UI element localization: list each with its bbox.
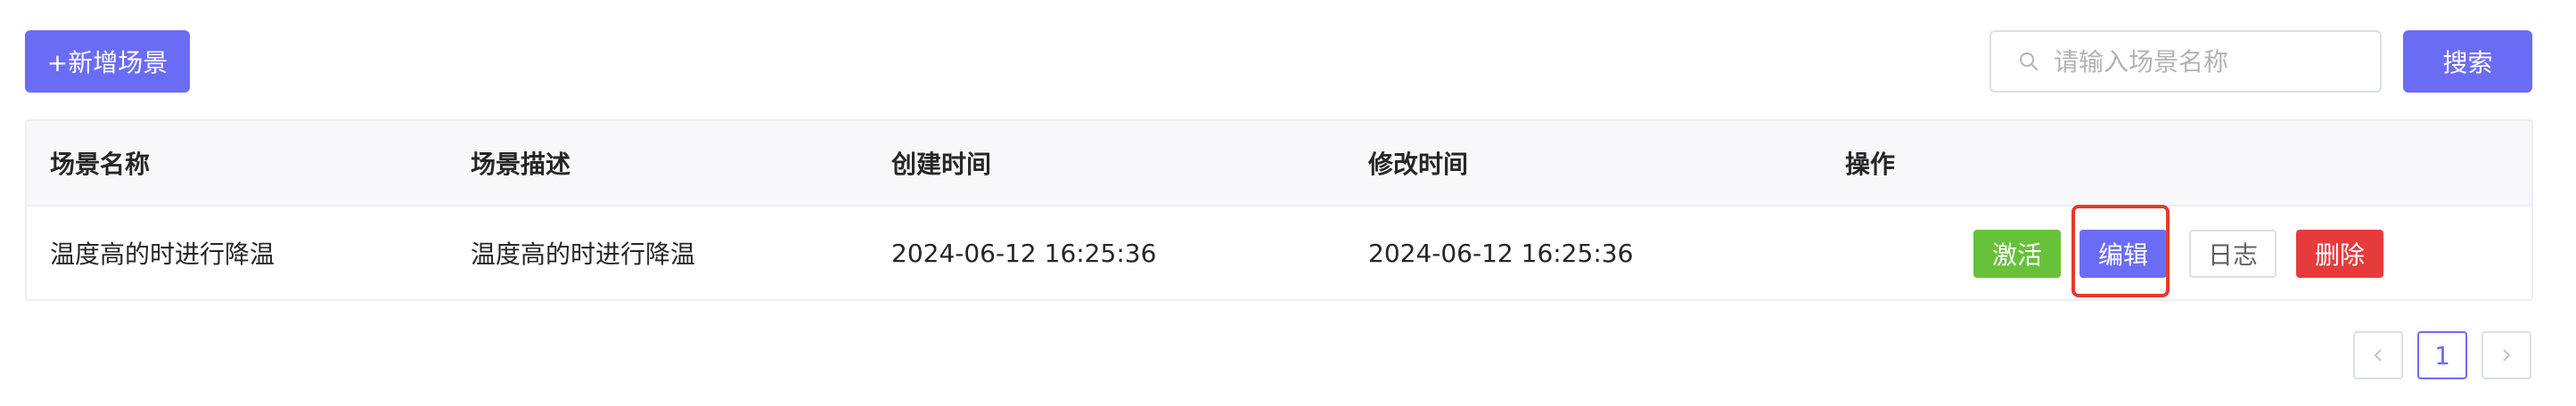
- search-box[interactable]: [1989, 30, 2382, 93]
- cell-scene-description: 温度高的时进行降温: [471, 240, 696, 269]
- header-scene-description: 场景描述: [471, 150, 571, 179]
- scene-table: 场景名称 场景描述 创建时间 修改时间 操作 温度高的时进行降温 温度高的时进行…: [25, 119, 2533, 301]
- cell-modified-time: 2024-06-12 16:25:36: [1368, 238, 1634, 268]
- delete-button[interactable]: 删除: [2296, 230, 2383, 278]
- cell-created-time: 2024-06-12 16:25:36: [891, 238, 1157, 268]
- edit-button[interactable]: 编辑: [2080, 230, 2167, 278]
- search-button[interactable]: 搜索: [2403, 30, 2532, 93]
- table-header: 场景名称 场景描述 创建时间 修改时间 操作: [27, 121, 2531, 207]
- table-row: 温度高的时进行降温 温度高的时进行降温 2024-06-12 16:25:36 …: [27, 207, 2531, 299]
- pagination-next-button[interactable]: [2482, 331, 2531, 379]
- add-scene-button[interactable]: +新增场景: [25, 30, 190, 93]
- header-created-time: 创建时间: [891, 150, 992, 179]
- pagination-prev-button[interactable]: [2353, 331, 2403, 379]
- scene-management-page: +新增场景 搜索 场景名称 场景描述 创建时间 修改时间 操作 温度高的时进行降…: [0, 0, 2576, 406]
- header-modified-time: 修改时间: [1368, 150, 1469, 179]
- header-actions: 操作: [1845, 150, 1896, 179]
- log-button[interactable]: 日志: [2189, 230, 2277, 278]
- chevron-left-icon: [2369, 341, 2387, 370]
- activate-button[interactable]: 激活: [1973, 230, 2061, 278]
- search-input[interactable]: [2054, 46, 2375, 77]
- cell-scene-name: 温度高的时进行降温: [50, 240, 275, 269]
- pagination-page-1[interactable]: 1: [2417, 331, 2467, 379]
- header-scene-name: 场景名称: [50, 150, 151, 179]
- search-icon: [2016, 49, 2041, 74]
- chevron-right-icon: [2498, 341, 2515, 370]
